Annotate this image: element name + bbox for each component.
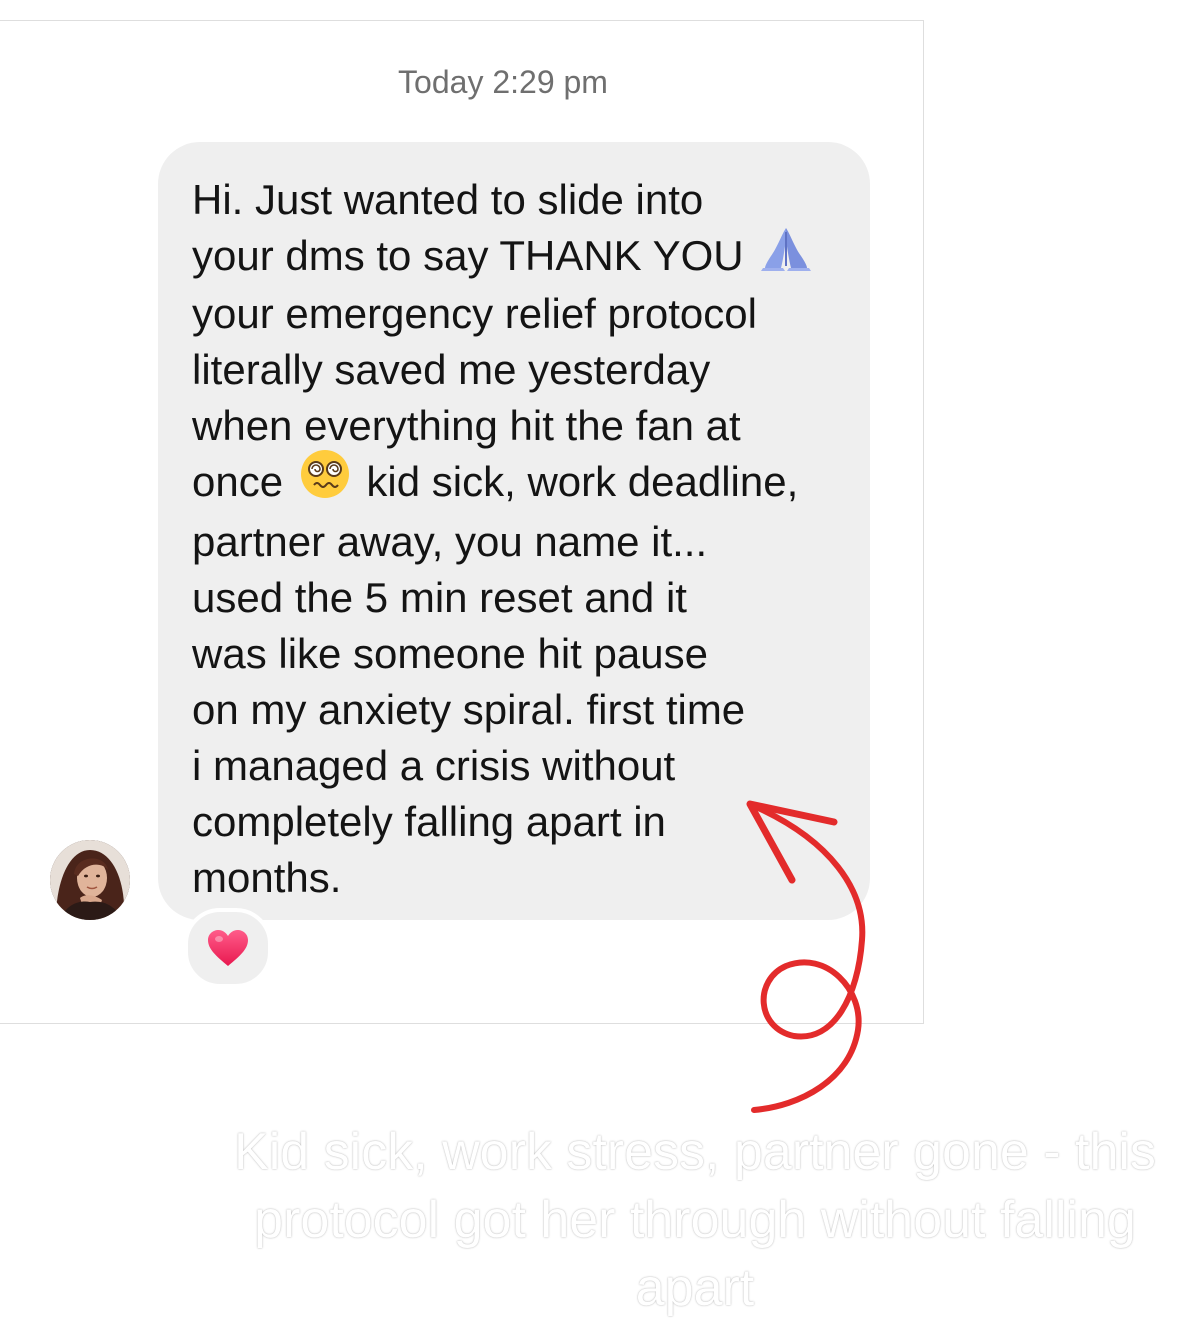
dizzy-face-icon xyxy=(299,448,351,514)
caption-line: apart xyxy=(635,1259,755,1317)
folded-hands-icon xyxy=(759,224,813,286)
message-line: your emergency relief protocol xyxy=(192,289,757,337)
red-arrow-annotation xyxy=(746,800,866,1113)
heart-reaction[interactable] xyxy=(184,908,272,988)
message-line: Hi. Just wanted to slide into xyxy=(192,176,704,223)
sender-avatar[interactable] xyxy=(50,840,130,920)
avatar-image xyxy=(50,840,130,920)
message-text: once xyxy=(192,457,284,505)
message-line-with-emoji: once kid sick, work deadline, xyxy=(192,449,834,514)
message-text: your dms to say THANK YOU xyxy=(192,232,744,279)
message-line: literally saved me yesterday xyxy=(192,345,711,393)
message-line: on my anxiety spiral. first time xyxy=(192,685,746,733)
message-line: was like someone hit pause xyxy=(192,629,708,677)
message-line-with-emoji: your dms to say THANK YOU xyxy=(192,227,834,286)
heart-icon xyxy=(208,930,248,966)
message-text: kid sick, work deadline, xyxy=(366,457,799,505)
message-line: used the 5 min reset and it xyxy=(192,573,687,621)
message-line: partner away, you name it... xyxy=(192,517,708,565)
message-timestamp: Today 2:29 pm xyxy=(398,64,608,100)
caption-line: Kid sick, work stress, partner gone - th… xyxy=(234,1123,1156,1181)
caption: Kid sick, work stress, partner gone - th… xyxy=(190,1118,1200,1322)
message-line: when everything hit the fan at xyxy=(192,401,741,449)
caption-line: protocol got her through without falling xyxy=(254,1191,1136,1249)
